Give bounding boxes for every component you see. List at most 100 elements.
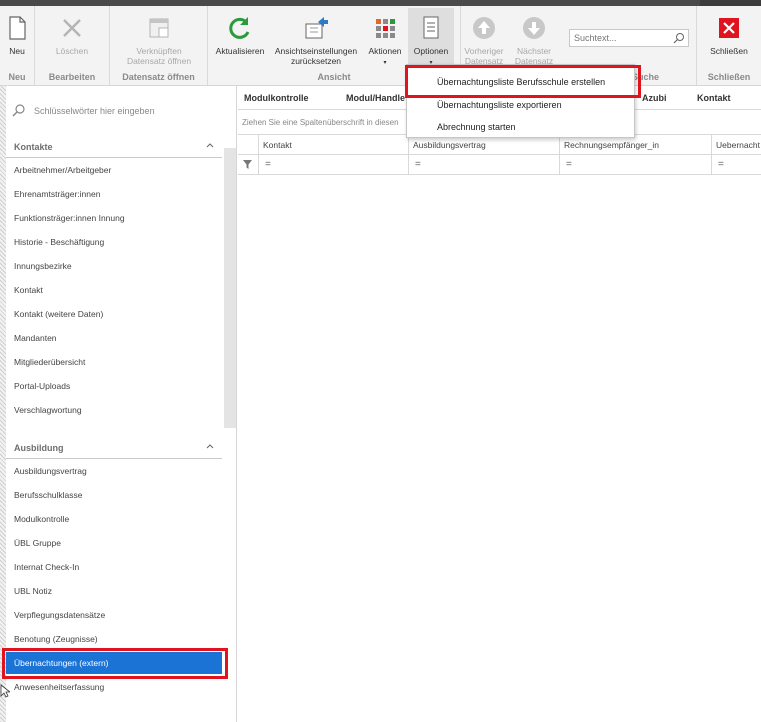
options-button-label: Optionen (413, 46, 449, 56)
grid-tab-modulkontrolle[interactable]: Modulkontrolle (244, 93, 309, 103)
sidebar-item-benotung[interactable]: Benotung (Zeugnisse) (6, 628, 222, 650)
close-button[interactable]: Schließen (703, 8, 755, 70)
column-header-uebernachtung[interactable]: Uebernacht (711, 135, 761, 155)
group-label-neu: Neu (8, 72, 26, 82)
column-header-rechnungsempfaenger[interactable]: Rechnungsempfänger_in (559, 135, 711, 155)
filter-cell-uebernachtung[interactable]: = (711, 155, 761, 175)
grid-tab-kontakt[interactable]: Kontakt (697, 93, 731, 103)
sidebar-item-label: ÜBL Gruppe (14, 538, 61, 548)
ribbon-group-neu: Neu Neu (0, 6, 35, 86)
column-header-label: Uebernacht (716, 140, 760, 150)
sidebar-item-internat-checkin[interactable]: Internat Check-In (6, 556, 222, 578)
actions-button-label: Aktionen (368, 46, 402, 56)
sidebar-item-historie[interactable]: Historie - Beschäftigung (6, 231, 222, 253)
sidebar-item-label: UBL Notiz (14, 586, 52, 596)
section-header-kontakte[interactable]: Kontakte (6, 136, 222, 158)
filter-cell-rechnungsempfaenger[interactable]: = (559, 155, 711, 175)
column-header-label: Rechnungsempfänger_in (564, 140, 659, 150)
menu-item-label: Abrechnung starten (437, 122, 516, 132)
sidebar-item-portal-uploads[interactable]: Portal-Uploads (6, 375, 222, 397)
actions-grid-icon (371, 14, 399, 42)
sidebar-item-ehrenamtstraeger[interactable]: Ehrenamtsträger:innen (6, 183, 222, 205)
sidebar-item-verpflegung[interactable]: Verpflegungsdatensätze (6, 604, 222, 626)
sidebar-item-label: Verpflegungsdatensätze (14, 610, 106, 620)
column-header-label: Kontakt (263, 140, 292, 150)
column-header-indicator (238, 135, 258, 155)
section-title: Ausbildung (14, 443, 64, 453)
sidebar-search[interactable]: Schlüsselwörter hier eingeben (12, 102, 212, 120)
sidebar-scrollbar[interactable] (224, 148, 236, 428)
section-header-ausbildung[interactable]: Ausbildung (6, 437, 222, 459)
sidebar-item-ausbildungsvertrag[interactable]: Ausbildungsvertrag (6, 460, 222, 482)
actions-dropdown-icon: ▾ (383, 60, 387, 66)
group-panel-hint: Ziehen Sie eine Spaltenüberschrift in di… (242, 118, 399, 127)
delete-x-icon (58, 14, 86, 42)
reset-view-label-2: zurücksetzen (290, 56, 342, 66)
options-button[interactable]: Optionen ▾ (408, 8, 454, 70)
delete-button[interactable]: Löschen (37, 8, 107, 70)
group-label-schliessen: Schließen (707, 72, 751, 82)
column-header-kontakt[interactable]: Kontakt (258, 135, 408, 155)
sidebar-item-label: Modulkontrolle (14, 514, 70, 524)
grid-tab-modul-handle[interactable]: Modul/Handle (346, 93, 405, 103)
refresh-button[interactable]: Aktualisieren (212, 8, 268, 70)
filter-operator: = (415, 159, 421, 170)
options-document-icon (417, 14, 445, 42)
sidebar-item-mitgliederuebersicht[interactable]: Mitgliederübersicht (6, 351, 222, 373)
arrow-up-icon (470, 14, 498, 42)
sidebar-item-label: Mandanten (14, 333, 57, 343)
sidebar-item-label: Berufsschulklasse (14, 490, 83, 500)
sidebar-search-placeholder: Schlüsselwörter hier eingeben (34, 106, 155, 116)
sidebar-item-berufsschulklasse[interactable]: Berufsschulklasse (6, 484, 222, 506)
sidebar-item-label: Mitgliederübersicht (14, 357, 86, 367)
sidebar-item-innungsbezirke[interactable]: Innungsbezirke (6, 255, 222, 277)
filter-operator: = (566, 159, 572, 170)
sidebar-item-label: Historie - Beschäftigung (14, 237, 105, 247)
sidebar-item-funktionstraeger[interactable]: Funktionsträger:innen Innung (6, 207, 222, 229)
reset-view-icon (302, 14, 330, 42)
close-icon (715, 14, 743, 42)
sidebar-item-label: Ausbildungsvertrag (14, 466, 87, 476)
open-linked-icon (145, 14, 173, 42)
filter-cell-kontakt[interactable]: = (258, 155, 408, 175)
previous-record-button[interactable]: Vorheriger Datensatz (461, 8, 507, 70)
sidebar-item-anwesenheitserfassung[interactable]: Anwesenheitserfassung (6, 676, 222, 698)
sidebar-item-arbeitnehmer[interactable]: Arbeitnehmer/Arbeitgeber (6, 159, 222, 181)
close-button-label: Schließen (710, 46, 748, 56)
search-icon[interactable] (673, 32, 685, 44)
ribbon-search-input[interactable] (570, 30, 670, 46)
highlight-selected-item (2, 648, 228, 679)
sidebar-item-uebl-gruppe[interactable]: ÜBL Gruppe (6, 532, 222, 554)
open-linked-label-1: Verknüpften (136, 46, 182, 56)
chevron-up-icon[interactable] (206, 442, 214, 450)
filter-cell-ausbildungsvertrag[interactable]: = (408, 155, 559, 175)
column-header-label: Ausbildungsvertrag (413, 140, 486, 150)
new-button[interactable]: Neu (0, 8, 34, 70)
ribbon-group-datensatz-oeffnen: Verknüpften Datensatz öffnen Datensatz ö… (110, 6, 208, 86)
sidebar-item-modulkontrolle[interactable]: Modulkontrolle (6, 508, 222, 530)
filter-funnel-icon (243, 160, 252, 172)
sidebar-item-mandanten[interactable]: Mandanten (6, 327, 222, 349)
ribbon-group-schliessen: Schließen Schließen (697, 6, 761, 86)
sidebar-item-label: Portal-Uploads (14, 381, 71, 391)
sidebar-item-kontakt-weitere[interactable]: Kontakt (weitere Daten) (6, 303, 222, 325)
previous-record-label-1: Vorheriger (464, 46, 504, 56)
sidebar-item-kontakt[interactable]: Kontakt (6, 279, 222, 301)
grid-tab-azubi[interactable]: Azubi (642, 93, 667, 103)
sidebar-item-label: Anwesenheitserfassung (14, 682, 105, 692)
sidebar-item-verschlagwortung[interactable]: Verschlagwortung (6, 399, 222, 421)
column-header-ausbildungsvertrag[interactable]: Ausbildungsvertrag (408, 135, 559, 155)
refresh-icon (226, 14, 254, 42)
chevron-up-icon[interactable] (206, 141, 214, 149)
sidebar-item-label: Ehrenamtsträger:innen (14, 189, 101, 199)
reset-view-settings-button[interactable]: Ansichtseinstellungen zurücksetzen (272, 8, 360, 70)
open-linked-label-2: Datensatz öffnen (126, 56, 192, 66)
group-label-bearbeiten: Bearbeiten (48, 72, 96, 82)
actions-button[interactable]: Aktionen ▾ (364, 8, 406, 70)
next-record-button[interactable]: Nächster Datensatz (511, 8, 557, 70)
menu-item-start-billing[interactable]: Abrechnung starten (407, 116, 634, 138)
sidebar-item-ubl-notiz[interactable]: UBL Notiz (6, 580, 222, 602)
reset-view-label-1: Ansichtseinstellungen (274, 46, 358, 56)
sidebar-item-label: Arbeitnehmer/Arbeitgeber (14, 165, 112, 175)
open-linked-record-button[interactable]: Verknüpften Datensatz öffnen (116, 8, 202, 70)
